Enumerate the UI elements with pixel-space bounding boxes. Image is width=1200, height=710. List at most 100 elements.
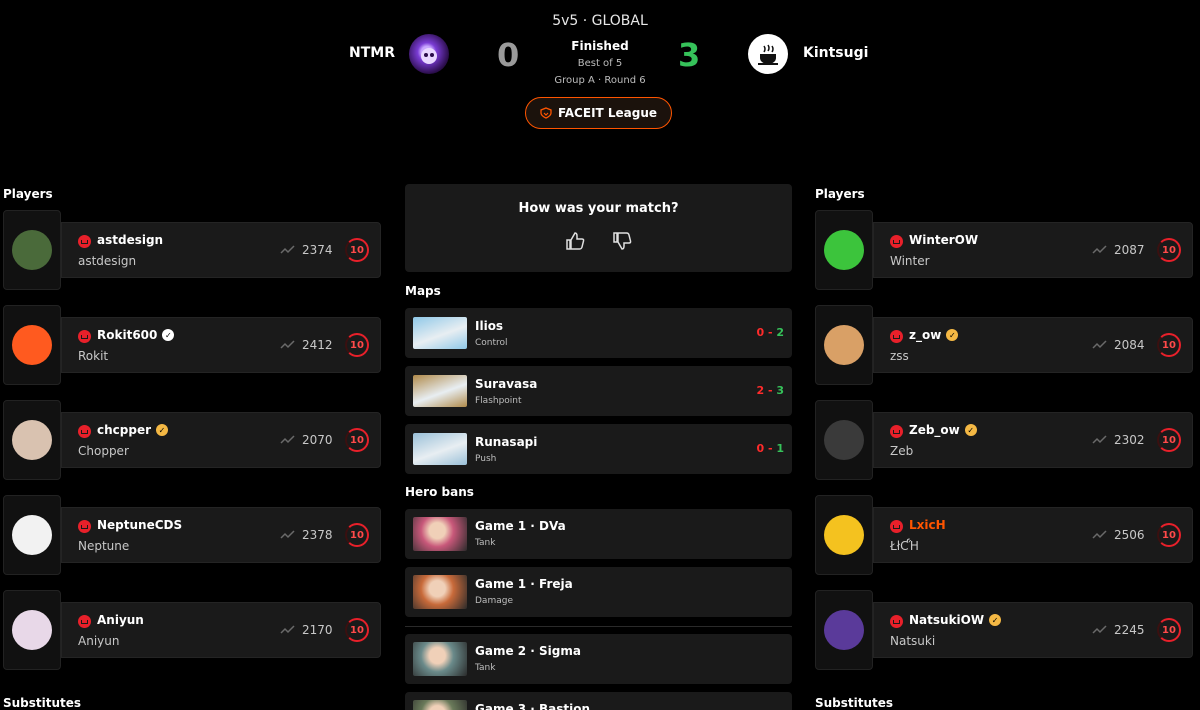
map-score-team2: 3 bbox=[776, 384, 784, 397]
skill-level-badge: 10 bbox=[1157, 238, 1181, 262]
player-nickname[interactable]: z_ow ✓ bbox=[909, 328, 959, 342]
map-row[interactable]: Runasapi Push 0 - 1 bbox=[405, 424, 792, 474]
team2-name[interactable]: Kintsugi bbox=[803, 45, 868, 61]
player-card[interactable]: astdesign astdesign 2374 10 bbox=[61, 222, 381, 278]
player-row[interactable]: astdesign astdesign 2374 10 bbox=[3, 210, 383, 290]
map-score-team2: 2 bbox=[776, 326, 784, 339]
player-name: Neptune bbox=[78, 539, 130, 553]
player-card[interactable]: NatsukiOW ✓ Natsuki 2245 10 bbox=[873, 602, 1193, 658]
elo-trend-icon bbox=[280, 530, 295, 539]
avatar[interactable] bbox=[12, 325, 52, 365]
skill-level-badge: 10 bbox=[1157, 618, 1181, 642]
map-row[interactable]: Suravasa Flashpoint 2 - 3 bbox=[405, 366, 792, 416]
hero-role: Tank bbox=[475, 538, 496, 548]
player-row[interactable]: z_ow ✓ zss 2084 10 bbox=[815, 305, 1195, 385]
player-row[interactable]: NeptuneCDS Neptune 2378 10 bbox=[3, 495, 383, 575]
thumbs-up-icon[interactable] bbox=[564, 230, 586, 252]
avatar[interactable] bbox=[824, 515, 864, 555]
map-name: Runasapi bbox=[475, 435, 538, 449]
team2-substitutes-label: Substitutes bbox=[815, 696, 894, 710]
player-row[interactable]: WinterOW Winter 2087 10 bbox=[815, 210, 1195, 290]
avatar[interactable] bbox=[824, 230, 864, 270]
avatar[interactable] bbox=[12, 230, 52, 270]
player-nickname[interactable]: Aniyun bbox=[97, 613, 144, 627]
player-nickname[interactable]: LxicH bbox=[909, 518, 946, 532]
faceit-icon bbox=[78, 235, 91, 248]
thumbs-down-icon[interactable] bbox=[611, 230, 633, 252]
match-feedback-card: How was your match? bbox=[405, 184, 792, 272]
avatar-frame bbox=[3, 210, 61, 290]
player-nickname[interactable]: astdesign bbox=[97, 233, 163, 247]
map-score: 0 - 2 bbox=[756, 326, 784, 339]
map-thumbnail bbox=[413, 375, 467, 407]
player-nickname-text: WinterOW bbox=[909, 233, 979, 247]
player-nickname[interactable]: chcpper ✓ bbox=[97, 423, 169, 437]
player-name: Natsuki bbox=[890, 634, 936, 648]
avatar-frame bbox=[3, 590, 61, 670]
player-card[interactable]: Zeb_ow ✓ Zeb 2302 10 bbox=[873, 412, 1193, 468]
avatar-frame bbox=[815, 590, 873, 670]
avatar-frame bbox=[815, 210, 873, 290]
player-nickname[interactable]: NeptuneCDS bbox=[97, 518, 182, 532]
avatar-frame bbox=[3, 400, 61, 480]
team1-substitutes-label: Substitutes bbox=[3, 696, 82, 710]
hero-ban-title: Game 3 · Bastion bbox=[475, 702, 591, 710]
map-thumbnail bbox=[413, 433, 467, 465]
skill-level-badge: 10 bbox=[345, 523, 369, 547]
player-nickname-text: astdesign bbox=[97, 233, 164, 247]
verified-check-icon: ✓ bbox=[964, 424, 977, 436]
avatar[interactable] bbox=[824, 325, 864, 365]
player-nickname[interactable]: WinterOW bbox=[909, 233, 978, 247]
elo-trend-icon bbox=[280, 340, 295, 349]
player-row[interactable]: Rokit600 ✓ Rokit 2412 10 bbox=[3, 305, 383, 385]
player-row[interactable]: Aniyun Aniyun 2170 10 bbox=[3, 590, 383, 670]
player-row[interactable]: LxicH ŁłƇΉ 2506 10 bbox=[815, 495, 1195, 575]
avatar[interactable] bbox=[824, 610, 864, 650]
player-row[interactable]: NatsukiOW ✓ Natsuki 2245 10 bbox=[815, 590, 1195, 670]
player-elo: 2378 bbox=[302, 528, 333, 542]
player-nickname[interactable]: Zeb_ow ✓ bbox=[909, 423, 977, 437]
team2-logo[interactable] bbox=[748, 34, 788, 74]
player-nickname[interactable]: NatsukiOW ✓ bbox=[909, 613, 1002, 627]
player-name: astdesign bbox=[78, 254, 137, 268]
player-elo: 2506 bbox=[1114, 528, 1145, 542]
player-card[interactable]: LxicH ŁłƇΉ 2506 10 bbox=[873, 507, 1193, 563]
hero-ban-title: Game 1 · DVa bbox=[475, 519, 566, 533]
hero-ban-row[interactable]: Game 3 · Bastion bbox=[405, 692, 792, 710]
skill-level-badge: 10 bbox=[1157, 333, 1181, 357]
player-card[interactable]: Rokit600 ✓ Rokit 2412 10 bbox=[61, 317, 381, 373]
player-row[interactable]: Zeb_ow ✓ Zeb 2302 10 bbox=[815, 400, 1195, 480]
elo-trend-icon bbox=[1092, 435, 1107, 444]
hero-role: Damage bbox=[475, 596, 513, 606]
avatar[interactable] bbox=[12, 515, 52, 555]
hero-ban-row[interactable]: Game 2 · Sigma Tank bbox=[405, 634, 792, 684]
verified-check-icon: ✓ bbox=[162, 329, 175, 341]
faceit-icon bbox=[78, 615, 91, 628]
map-score-separator: - bbox=[764, 442, 777, 455]
map-row[interactable]: Ilios Control 0 - 2 bbox=[405, 308, 792, 358]
player-name: Aniyun bbox=[78, 634, 120, 648]
team1-logo[interactable] bbox=[409, 34, 449, 74]
map-thumbnail bbox=[413, 317, 467, 349]
avatar[interactable] bbox=[12, 420, 52, 460]
player-card[interactable]: WinterOW Winter 2087 10 bbox=[873, 222, 1193, 278]
avatar[interactable] bbox=[12, 610, 52, 650]
avatar[interactable] bbox=[824, 420, 864, 460]
player-nickname[interactable]: Rokit600 ✓ bbox=[97, 328, 175, 342]
faceit-icon bbox=[890, 425, 903, 438]
league-button[interactable]: FACEIT League bbox=[525, 97, 672, 129]
league-label: FACEIT League bbox=[557, 106, 658, 120]
player-card[interactable]: NeptuneCDS Neptune 2378 10 bbox=[61, 507, 381, 563]
hero-ban-row[interactable]: Game 1 · DVa Tank bbox=[405, 509, 792, 559]
player-card[interactable]: chcpper ✓ Chopper 2070 10 bbox=[61, 412, 381, 468]
skill-level-badge: 10 bbox=[345, 428, 369, 452]
map-score-separator: - bbox=[764, 384, 777, 397]
team1-name[interactable]: NTMR bbox=[349, 45, 395, 61]
player-row[interactable]: chcpper ✓ Chopper 2070 10 bbox=[3, 400, 383, 480]
player-name: zss bbox=[890, 349, 909, 363]
faceit-icon bbox=[78, 425, 91, 438]
player-card[interactable]: Aniyun Aniyun 2170 10 bbox=[61, 602, 381, 658]
player-card[interactable]: z_ow ✓ zss 2084 10 bbox=[873, 317, 1193, 373]
hero-ban-row[interactable]: Game 1 · Freja Damage bbox=[405, 567, 792, 617]
player-nickname-text: NeptuneCDS bbox=[97, 518, 183, 532]
